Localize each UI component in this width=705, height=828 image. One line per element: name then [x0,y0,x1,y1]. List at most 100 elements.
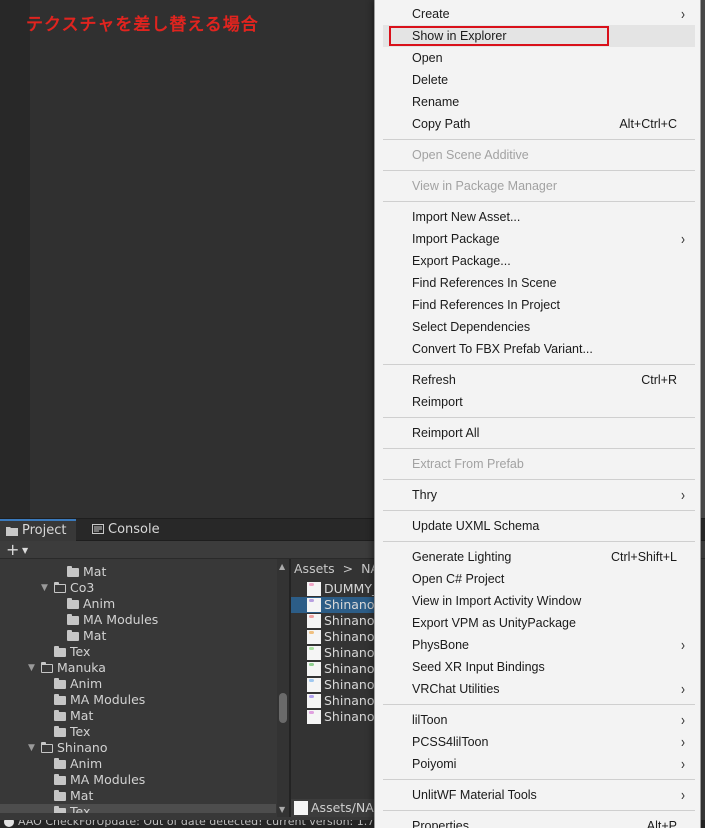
menu-item-reimport[interactable]: Reimport [383,391,695,413]
asset-list-item[interactable]: Shinano_ [291,709,381,725]
tree-item-manuka[interactable]: ▼ Manuka [0,660,276,676]
menu-item-update-uxml-schema[interactable]: Update UXML Schema [383,515,695,537]
menu-item-label: VRChat Utilities [412,682,500,696]
chevron-right-icon: › [681,754,685,774]
tab-console[interactable]: Console [86,519,166,541]
menu-item-vrchat-utilities[interactable]: VRChat Utilities › [383,678,695,700]
texture-thumbnail-icon [307,678,321,692]
menu-shortcut: Alt+P [646,819,677,828]
asset-list-item[interactable]: Shinano_ [291,661,381,677]
menu-item-open[interactable]: Open [383,47,695,69]
tree-item-anim[interactable]: Anim [0,596,276,612]
tree-item-ma-modules[interactable]: MA Modules [0,612,276,628]
tree-item-mat[interactable]: Mat [0,564,276,580]
expand-arrow-icon[interactable]: ▼ [41,580,51,596]
thumbnail-swatch [309,663,314,666]
scroll-up-icon[interactable]: ▲ [279,562,285,571]
tree-item-label: Mat [83,564,107,579]
tree-item-tex[interactable]: Tex [0,804,276,813]
menu-item-label: View in Import Activity Window [412,594,582,608]
tree-item-tex[interactable]: Tex [0,644,276,660]
menu-item-label: PCSS4lilToon [412,735,489,749]
menu-item-pcss4liltoon[interactable]: PCSS4lilToon › [383,731,695,753]
tree-item-label: Tex [70,644,91,659]
texture-thumbnail-icon [294,801,308,815]
tree-item-anim[interactable]: Anim [0,756,276,772]
tree-item-ma-modules[interactable]: MA Modules [0,772,276,788]
menu-separator [383,201,695,202]
tree-item-shinano[interactable]: ▼ Shinano [0,740,276,756]
tree-item-mat[interactable]: Mat [0,708,276,724]
tree-item-mat[interactable]: Mat [0,628,276,644]
breadcrumb-assets[interactable]: Assets [294,561,335,576]
menu-item-find-references-in-scene[interactable]: Find References In Scene [383,272,695,294]
menu-item-reimport-all[interactable]: Reimport All [383,422,695,444]
asset-list-item[interactable]: Shinano_ [291,629,381,645]
tree-item-tex[interactable]: Tex [0,724,276,740]
tree-item-anim[interactable]: Anim [0,676,276,692]
tree-item-label: Anim [83,596,116,611]
menu-separator [383,139,695,140]
tab-project[interactable]: Project [0,519,76,541]
folder-icon [6,527,18,536]
thumbnail-swatch [309,679,314,682]
folder-icon [54,774,66,785]
menu-item-generate-lighting[interactable]: Generate Lighting Ctrl+Shift+L [383,546,695,568]
breadcrumb: Assets > NAN [291,559,381,579]
tree-item-label: MA Modules [83,612,159,627]
texture-thumbnail-icon [307,598,321,612]
asset-list-item[interactable]: DUMMY_ [291,581,381,597]
menu-item-create[interactable]: Create › [383,3,695,25]
menu-item-find-references-in-project[interactable]: Find References In Project [383,294,695,316]
menu-item-rename[interactable]: Rename [383,91,695,113]
menu-item-delete[interactable]: Delete [383,69,695,91]
tree-item-mat[interactable]: Mat [0,788,276,804]
folder-open-icon [40,742,53,753]
expand-arrow-icon[interactable]: ▼ [28,660,38,676]
menu-item-properties[interactable]: Properties... Alt+P [383,815,695,828]
status-message[interactable]: AAO CheckForUpdate: Out of date detected… [18,820,385,828]
folder-icon [54,790,66,801]
menu-item-open-c-project[interactable]: Open C# Project [383,568,695,590]
selected-asset-path-label: Assets/NAN [311,800,381,815]
asset-list-item[interactable]: Shinano_ [291,597,381,613]
menu-item-thry[interactable]: Thry › [383,484,695,506]
folder-open-icon [53,582,66,593]
menu-item-import-package[interactable]: Import Package › [383,228,695,250]
asset-list-item[interactable]: Shinano_ [291,613,381,629]
folder-icon [67,566,79,577]
asset-list-item[interactable]: Shinano_ [291,677,381,693]
add-asset-button[interactable]: + ▼ [6,541,32,559]
expand-arrow-icon[interactable]: ▼ [28,740,38,756]
menu-item-select-dependencies[interactable]: Select Dependencies [383,316,695,338]
thumbnail-swatch [309,599,314,602]
menu-item-copy-path[interactable]: Copy Path Alt+Ctrl+C [383,113,695,135]
menu-item-label: lilToon [412,713,448,727]
menu-item-physbone[interactable]: PhysBone › [383,634,695,656]
menu-item-import-new-asset[interactable]: Import New Asset... [383,206,695,228]
menu-item-label: Properties... [412,819,480,828]
menu-item-poiyomi[interactable]: Poiyomi › [383,753,695,775]
tree-item-ma-modules[interactable]: MA Modules [0,692,276,708]
menu-item-label: Convert To FBX Prefab Variant... [412,342,593,356]
menu-item-liltoon[interactable]: lilToon › [383,709,695,731]
breadcrumb-separator: > [342,561,354,576]
folder-tree[interactable]: Mat ▼ Co3 Anim MA Modules Mat Tex ▼ Manuka Anim MA… [0,561,276,813]
menu-item-seed-xr-input-bindings[interactable]: Seed XR Input Bindings [383,656,695,678]
menu-item-export-vpm-as-unitypackage[interactable]: Export VPM as UnityPackage [383,612,695,634]
menu-separator [383,704,695,705]
menu-item-label: Select Dependencies [412,320,531,334]
asset-list-item[interactable]: Shinano_ [291,693,381,709]
tree-scrollbar[interactable]: ▲ ▼ [277,559,289,817]
folder-icon [67,614,79,625]
menu-item-export-package[interactable]: Export Package... [383,250,695,272]
menu-item-convert-to-fbx-prefab-variant[interactable]: Convert To FBX Prefab Variant... [383,338,695,360]
menu-item-unlitwf-material-tools[interactable]: UnlitWF Material Tools › [383,784,695,806]
asset-list-item[interactable]: Shinano_ [291,645,381,661]
scroll-down-icon[interactable]: ▼ [279,805,285,814]
menu-item-refresh[interactable]: Refresh Ctrl+R [383,369,695,391]
tree-item-co3[interactable]: ▼ Co3 [0,580,276,596]
tree-item-label: Mat [70,708,94,723]
tree-scroll-thumb[interactable] [279,693,287,723]
menu-item-view-in-import-activity-window[interactable]: View in Import Activity Window [383,590,695,612]
